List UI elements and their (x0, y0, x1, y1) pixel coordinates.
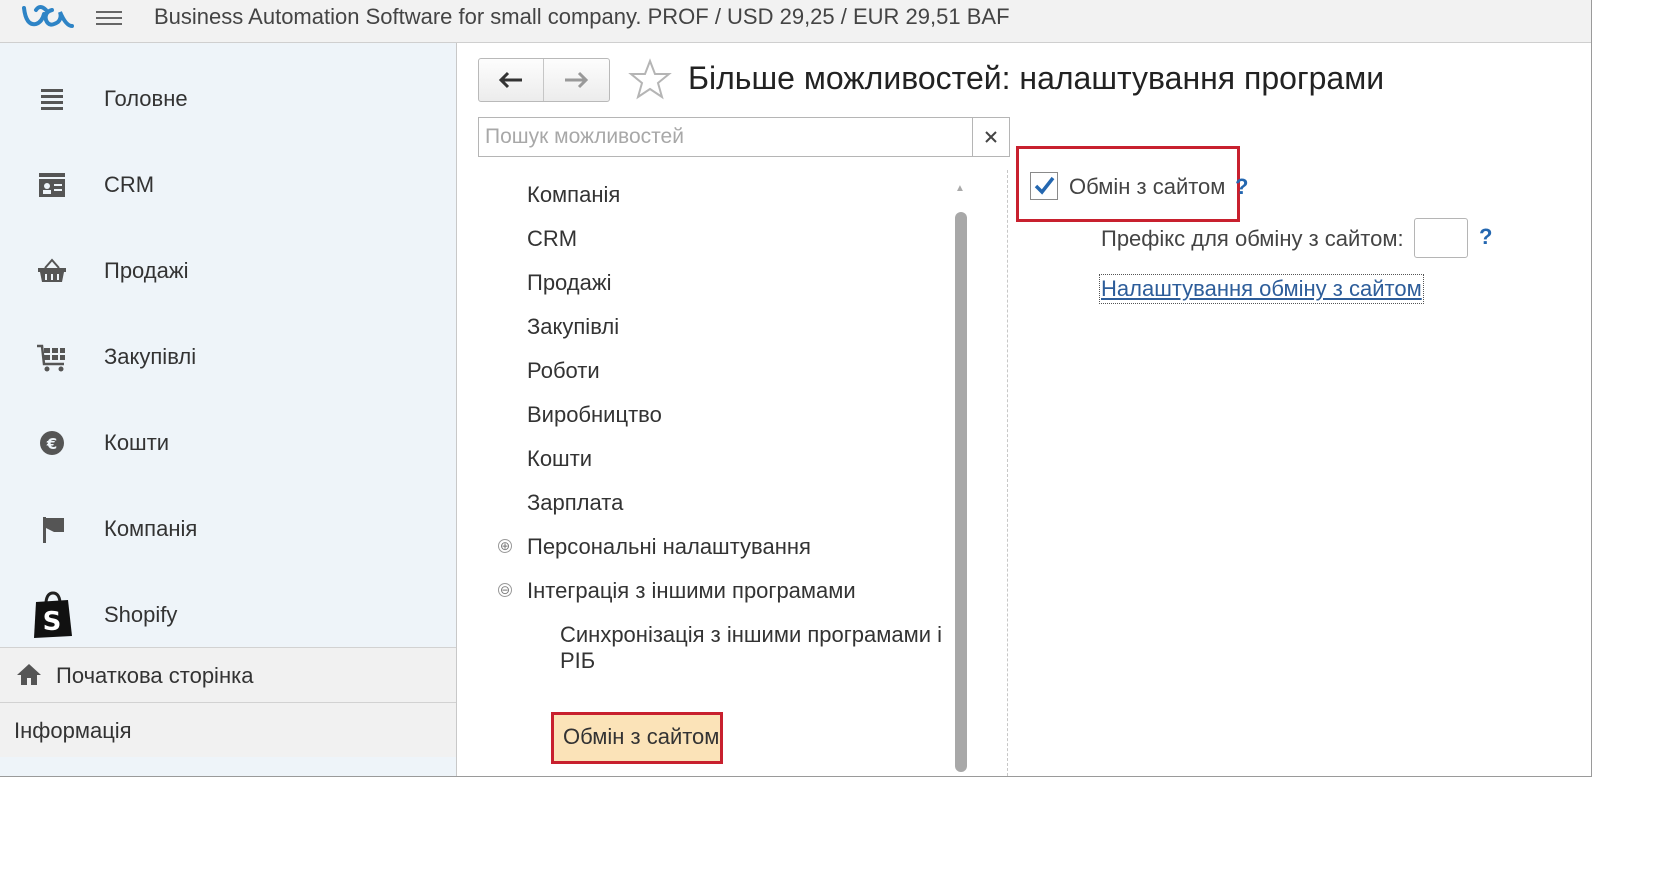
tree-item-sync-line1[interactable]: Синхронізація з іншими програмами і (560, 622, 942, 648)
tree-item-personal-settings[interactable]: Персональні налаштування (527, 534, 811, 560)
tree-item-salary[interactable]: Зарплата (527, 490, 623, 516)
info-label: Інформація (14, 718, 132, 743)
clear-search-button[interactable] (972, 118, 1009, 156)
tree-item-purchases[interactable]: Закупівлі (527, 314, 619, 340)
application-window: Business Automation Software for small c… (0, 0, 1592, 777)
cart-grid-icon (37, 344, 65, 372)
sidebar-home-link[interactable]: Початкова сторінка (0, 647, 456, 702)
sidebar-item-main[interactable]: Головне (0, 68, 456, 128)
sidebar-item-crm[interactable]: CRM (0, 154, 456, 214)
back-button[interactable] (479, 59, 543, 101)
tree-item-production[interactable]: Виробництво (527, 402, 662, 428)
collapse-toggle-icon[interactable]: ⊖ (498, 583, 512, 597)
sidebar-item-money[interactable]: € Кошти (0, 412, 456, 472)
top-bar: Business Automation Software for small c… (0, 0, 1591, 43)
help-icon[interactable]: ? (1235, 174, 1248, 200)
prefix-input[interactable] (1414, 218, 1468, 258)
flag-icon (43, 517, 64, 543)
baf-logo[interactable] (22, 2, 74, 30)
sidebar-item-company[interactable]: Компанія (0, 498, 456, 558)
sidebar-item-purchases[interactable]: Закупівлі (0, 326, 456, 386)
site-exchange-checkbox[interactable] (1030, 172, 1058, 200)
features-tree: Компанія CRM Продажі Закупівлі Роботи Ви… (470, 170, 950, 776)
shopping-basket-icon (38, 258, 66, 282)
home-icon (17, 664, 41, 685)
site-exchange-settings-link[interactable]: Налаштування обміну з сайтом (1099, 274, 1424, 304)
search-box (478, 117, 1010, 157)
list-lines-icon (41, 89, 63, 110)
tree-item-money[interactable]: Кошти (527, 446, 592, 472)
sidebar: Головне CRM Продажі Закупівлі € Кошти Ко… (0, 43, 457, 776)
home-label: Початкова сторінка (56, 663, 254, 688)
money-coin-icon: € (40, 431, 64, 455)
sidebar-item-label: Кошти (104, 430, 170, 455)
tree-item-sales[interactable]: Продажі (527, 270, 611, 296)
sidebar-item-shopify[interactable]: S Shopify (0, 584, 456, 644)
site-exchange-label[interactable]: Обмін з сайтом (1069, 174, 1225, 200)
help-icon[interactable]: ? (1479, 224, 1492, 250)
hamburger-menu-icon[interactable] (96, 7, 122, 29)
tree-item-company[interactable]: Компанія (527, 182, 620, 208)
shopify-bag-icon: S (34, 591, 72, 638)
checkmark-icon (1034, 176, 1055, 195)
arrow-right-icon (565, 71, 589, 89)
tree-item-crm[interactable]: CRM (527, 226, 577, 252)
prefix-label: Префікс для обміну з сайтом: (1101, 226, 1404, 251)
favorite-star-icon[interactable] (628, 58, 672, 102)
app-title: Business Automation Software for small c… (154, 4, 1010, 29)
sidebar-item-sales[interactable]: Продажі (0, 240, 456, 300)
sidebar-item-label: Продажі (104, 258, 189, 283)
search-input[interactable] (479, 118, 975, 156)
sidebar-item-label: Компанія (104, 516, 198, 541)
sidebar-item-label: CRM (104, 172, 155, 197)
svg-text:€: € (46, 435, 57, 453)
sidebar-item-label: Shopify (104, 602, 178, 627)
contact-card-icon (39, 173, 65, 197)
sidebar-item-label: Головне (104, 86, 188, 111)
tree-scrollbar[interactable] (955, 212, 967, 772)
scroll-up-arrow-icon[interactable]: ▲ (955, 183, 965, 194)
tree-item-integration[interactable]: Інтеграція з іншими програмами (527, 578, 856, 604)
sidebar-info-link[interactable]: Інформація (0, 702, 456, 757)
panel-divider (1007, 170, 1008, 776)
svg-text:S: S (43, 607, 62, 637)
tree-item-works[interactable]: Роботи (527, 358, 600, 384)
expand-toggle-icon[interactable]: ⊕ (498, 539, 512, 553)
tree-item-site-exchange[interactable]: Обмін з сайтом (563, 724, 719, 750)
sidebar-item-label: Закупівлі (104, 344, 197, 369)
forward-button[interactable] (543, 59, 608, 101)
close-icon (985, 131, 997, 143)
page-title: Більше можливостей: налаштування програм… (688, 60, 1385, 96)
arrow-left-icon (498, 71, 522, 89)
tree-item-sync-line2[interactable]: РІБ (560, 648, 595, 674)
navigation-buttons (478, 58, 610, 102)
